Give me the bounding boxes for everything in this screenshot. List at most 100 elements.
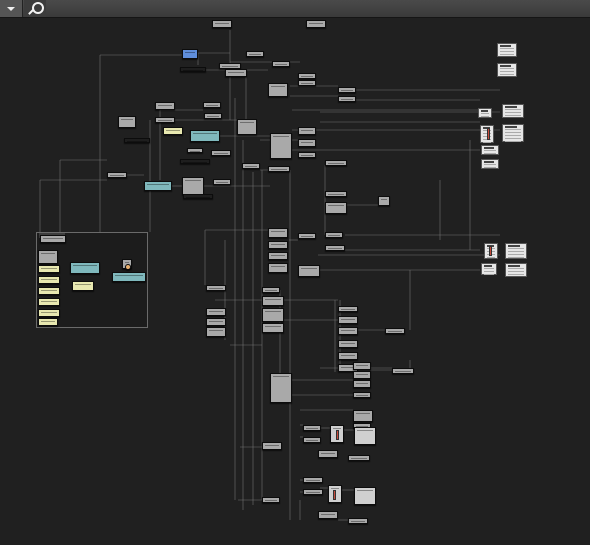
graph-node[interactable] <box>212 20 232 28</box>
graph-node[interactable] <box>325 245 345 251</box>
graph-node[interactable] <box>353 371 371 379</box>
graph-node[interactable] <box>338 340 358 348</box>
graph-node[interactable] <box>70 262 100 274</box>
graph-node[interactable] <box>242 163 260 169</box>
graph-node[interactable] <box>298 73 316 79</box>
graph-node[interactable] <box>206 285 226 291</box>
preview-panel[interactable] <box>481 145 499 155</box>
graph-node[interactable] <box>353 392 371 398</box>
graph-node[interactable] <box>318 450 338 458</box>
graph-node[interactable] <box>298 139 316 147</box>
graph-node[interactable] <box>124 138 150 143</box>
graph-node[interactable] <box>325 202 347 214</box>
graph-node[interactable] <box>38 309 60 317</box>
graph-node[interactable] <box>38 276 60 284</box>
preview-panel[interactable] <box>502 124 524 142</box>
graph-node[interactable] <box>325 232 343 238</box>
graph-node[interactable] <box>213 179 231 185</box>
graph-node[interactable] <box>270 133 292 159</box>
graph-node[interactable] <box>353 410 373 422</box>
graph-node[interactable] <box>187 148 203 153</box>
graph-node[interactable] <box>268 252 288 260</box>
graph-node[interactable] <box>298 152 316 158</box>
graph-node[interactable] <box>237 119 257 135</box>
graph-node[interactable] <box>298 80 316 86</box>
graph-node[interactable] <box>272 61 290 67</box>
graph-node[interactable] <box>303 489 323 495</box>
preview-panel[interactable] <box>481 263 497 275</box>
graph-node[interactable] <box>144 181 172 191</box>
graph-node[interactable] <box>268 228 288 238</box>
graph-node[interactable] <box>118 116 136 128</box>
graph-node[interactable] <box>303 477 323 483</box>
graph-node[interactable] <box>180 159 210 164</box>
graph-node[interactable] <box>225 69 247 77</box>
graph-node[interactable] <box>338 327 358 335</box>
graph-node[interactable] <box>203 102 221 108</box>
graph-node[interactable] <box>206 318 226 326</box>
graph-node[interactable] <box>262 287 280 293</box>
graph-node[interactable] <box>262 308 284 322</box>
graph-node[interactable] <box>262 442 282 450</box>
graph-node[interactable] <box>163 127 183 135</box>
graph-node[interactable] <box>262 323 284 333</box>
graph-node[interactable] <box>112 272 146 282</box>
graph-node[interactable] <box>385 328 405 334</box>
graph-node[interactable] <box>303 425 321 431</box>
graph-node[interactable] <box>38 250 58 264</box>
node-graph-canvas[interactable] <box>0 17 590 545</box>
preview-panel[interactable] <box>478 108 492 118</box>
graph-node[interactable] <box>303 437 321 443</box>
graph-node[interactable] <box>206 327 226 337</box>
graph-node[interactable] <box>353 362 371 370</box>
graph-node[interactable] <box>338 87 356 93</box>
graph-node[interactable] <box>211 150 231 156</box>
graph-node[interactable] <box>298 127 316 135</box>
graph-node[interactable] <box>38 298 60 306</box>
graph-node[interactable] <box>268 83 288 97</box>
graph-node[interactable] <box>183 194 213 199</box>
graph-node[interactable] <box>38 318 58 326</box>
preview-panel[interactable] <box>505 243 527 259</box>
graph-node[interactable] <box>270 373 292 403</box>
graph-node[interactable] <box>268 263 288 273</box>
graph-node[interactable] <box>318 511 338 519</box>
preview-panel[interactable] <box>497 43 517 57</box>
graph-node[interactable] <box>180 67 206 72</box>
graph-node[interactable] <box>262 497 280 503</box>
graph-node[interactable] <box>155 102 175 110</box>
graph-node[interactable] <box>72 281 94 291</box>
graph-node[interactable] <box>182 49 198 59</box>
graph-node[interactable] <box>392 368 414 374</box>
graph-node[interactable] <box>338 306 358 312</box>
graph-node[interactable] <box>268 241 288 249</box>
graph-node[interactable] <box>353 380 371 388</box>
graph-node[interactable] <box>246 51 264 57</box>
graph-node[interactable] <box>354 427 376 445</box>
graph-node[interactable] <box>40 235 66 243</box>
graph-node[interactable] <box>182 177 204 195</box>
search-icon[interactable] <box>24 0 46 17</box>
graph-node[interactable] <box>325 160 347 166</box>
graph-node[interactable] <box>298 233 316 239</box>
graph-node[interactable] <box>190 130 220 142</box>
graph-node[interactable] <box>298 265 320 277</box>
graph-node[interactable] <box>204 113 222 119</box>
graph-node[interactable] <box>38 287 60 295</box>
graph-node[interactable] <box>354 487 376 505</box>
graph-node[interactable] <box>338 96 356 102</box>
graph-node[interactable] <box>107 172 127 178</box>
preview-panel[interactable] <box>502 104 524 118</box>
preview-panel[interactable] <box>505 263 527 277</box>
graph-node[interactable] <box>378 196 390 206</box>
chevron-down-icon[interactable] <box>0 0 23 17</box>
graph-node[interactable] <box>348 455 370 461</box>
preview-panel[interactable] <box>481 159 499 169</box>
graph-node[interactable] <box>38 265 60 273</box>
graph-node[interactable] <box>348 518 368 524</box>
graph-node[interactable] <box>155 117 175 123</box>
graph-node[interactable] <box>268 166 290 172</box>
graph-node[interactable] <box>306 20 326 28</box>
graph-node[interactable] <box>338 316 358 324</box>
graph-node[interactable] <box>206 308 226 316</box>
